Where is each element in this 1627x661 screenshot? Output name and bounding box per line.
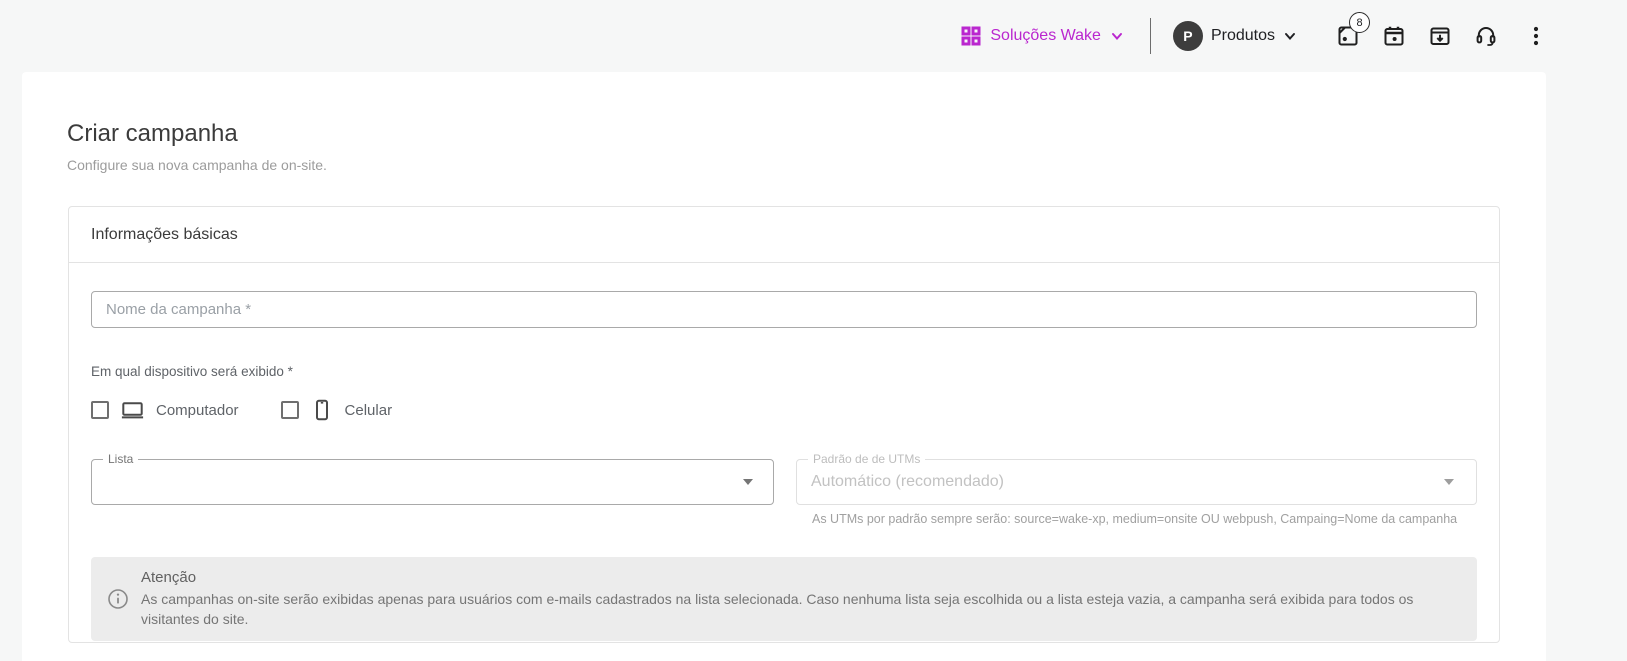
page-subtitle: Configure sua nova campanha de on-site. <box>67 157 1546 173</box>
calendar-event-icon <box>1382 24 1406 48</box>
selects-row: Lista Padrão de de UTMs Automático (reco… <box>91 459 1477 526</box>
kebab-menu-icon <box>1524 24 1548 48</box>
downloads-button[interactable] <box>1423 19 1457 53</box>
utm-select: Padrão de de UTMs Automático (recomendad… <box>796 459 1477 505</box>
card-title: Informações básicas <box>91 226 238 244</box>
main-panel: Criar campanha Configure sua nova campan… <box>22 72 1546 661</box>
desktop-icon <box>120 398 145 422</box>
products-menu[interactable]: P Produtos <box>1173 21 1297 51</box>
download-tray-icon <box>1428 24 1452 48</box>
whats-new-button[interactable]: 8 <box>1331 19 1365 53</box>
utm-helper-text: As UTMs por padrão sempre serão: source=… <box>796 512 1477 526</box>
device-label: Celular <box>345 402 393 419</box>
device-options-row: Computador Celular <box>91 398 1477 422</box>
chevron-down-icon <box>1283 29 1297 43</box>
alert-content: Atenção As campanhas on-site serão exibi… <box>141 569 1436 629</box>
products-label: Produtos <box>1211 27 1275 45</box>
apps-grid-icon <box>961 26 981 46</box>
headset-icon <box>1474 24 1498 48</box>
basic-info-card: Informações básicas Em qual dispositivo … <box>68 206 1500 643</box>
select-label: Padrão de de UTMs <box>808 452 925 467</box>
top-header: Soluções Wake P Produtos 8 <box>0 0 1627 72</box>
notification-badge: 8 <box>1349 12 1370 33</box>
chevron-down-icon <box>1110 29 1124 43</box>
select-label: Lista <box>103 452 138 467</box>
card-header: Informações básicas <box>69 207 1499 263</box>
attention-alert: Atenção As campanhas on-site serão exibi… <box>91 557 1477 641</box>
mobile-icon <box>310 398 334 422</box>
dropdown-arrow-icon <box>743 479 753 485</box>
lista-select[interactable]: Lista <box>91 459 774 505</box>
more-menu-button[interactable] <box>1519 19 1553 53</box>
info-icon <box>107 588 129 610</box>
alert-title: Atenção <box>141 569 1436 586</box>
header-icon-group: 8 <box>1331 19 1503 53</box>
alert-text: As campanhas on-site serão exibidas apen… <box>141 589 1436 629</box>
page-title: Criar campanha <box>67 120 1546 148</box>
calendar-button[interactable] <box>1377 19 1411 53</box>
header-divider <box>1150 18 1151 54</box>
dropdown-arrow-icon <box>1444 479 1454 485</box>
utm-select-column: Padrão de de UTMs Automático (recomendad… <box>796 459 1477 526</box>
campaign-name-input[interactable] <box>91 291 1477 328</box>
device-option-computador[interactable]: Computador <box>91 398 239 422</box>
device-question-label: Em qual dispositivo será exibido * <box>91 364 1477 379</box>
support-button[interactable] <box>1469 19 1503 53</box>
device-label: Computador <box>156 402 239 419</box>
avatar: P <box>1173 21 1203 51</box>
solutions-label: Soluções Wake <box>990 27 1101 45</box>
device-option-celular[interactable]: Celular <box>281 398 393 422</box>
computador-checkbox[interactable] <box>91 401 109 419</box>
card-body: Em qual dispositivo será exibido * Compu… <box>69 263 1499 641</box>
solutions-menu[interactable]: Soluções Wake <box>961 26 1124 46</box>
celular-checkbox[interactable] <box>281 401 299 419</box>
